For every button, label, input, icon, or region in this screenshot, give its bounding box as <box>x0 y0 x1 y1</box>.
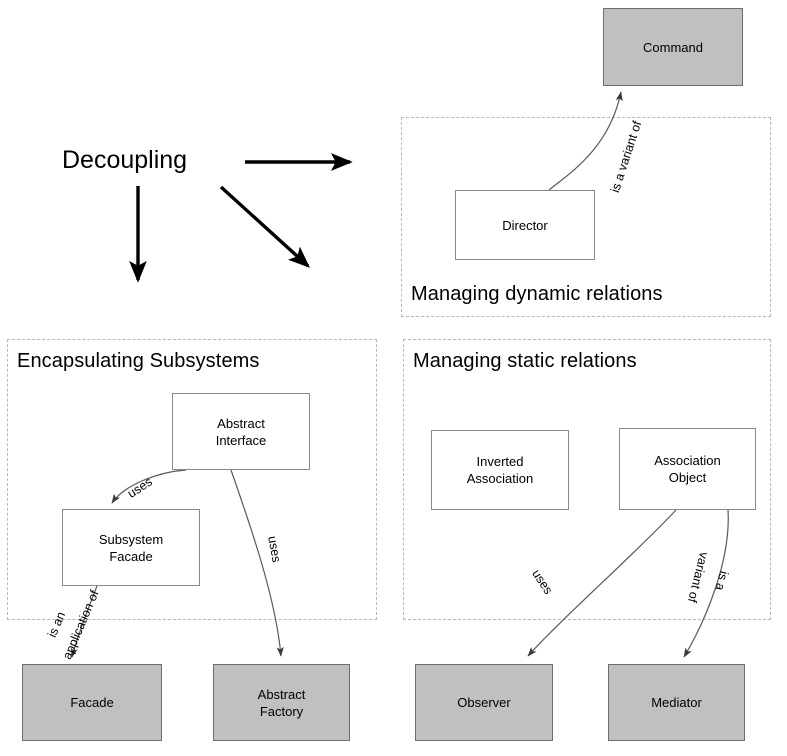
root-label-decoupling: Decoupling <box>62 146 188 174</box>
node-mediator[interactable]: Mediator <box>608 664 745 741</box>
root-arrows <box>129 153 353 283</box>
node-label-command: Command <box>643 39 703 55</box>
group-title-encapsulating-subsystems: Encapsulating Subsystems <box>17 350 260 372</box>
node-label-abstract-factory: Abstract Factory <box>257 686 306 719</box>
node-abstract-factory[interactable]: Abstract Factory <box>213 664 350 741</box>
node-abstract-interface[interactable]: Abstract Interface <box>172 393 310 470</box>
node-director[interactable]: Director <box>455 190 595 260</box>
node-association-object[interactable]: Association Object <box>619 428 756 510</box>
node-label-observer: Observer <box>457 695 511 710</box>
node-command[interactable]: Command <box>603 8 743 86</box>
node-label-association-object: Association Object <box>654 453 721 485</box>
node-label-facade: Facade <box>70 695 114 710</box>
node-label-director: Director <box>502 217 548 233</box>
node-label-inverted-association: Inverted Association <box>466 454 534 486</box>
diagram-canvas: Managing dynamic relations Encapsulating… <box>0 0 787 756</box>
node-observer[interactable]: Observer <box>415 664 553 741</box>
node-facade[interactable]: Facade <box>22 664 162 741</box>
node-label-subsystem-facade: Subsystem Facade <box>98 531 164 564</box>
node-label-abstract-interface: Abstract Interface <box>215 415 267 448</box>
node-inverted-association[interactable]: Inverted Association <box>431 430 569 510</box>
node-label-mediator: Mediator <box>651 695 702 710</box>
group-title-managing-static-relations: Managing static relations <box>413 350 637 372</box>
node-subsystem-facade[interactable]: Subsystem Facade <box>62 509 200 586</box>
group-title-managing-dynamic-relations: Managing dynamic relations <box>411 283 663 305</box>
